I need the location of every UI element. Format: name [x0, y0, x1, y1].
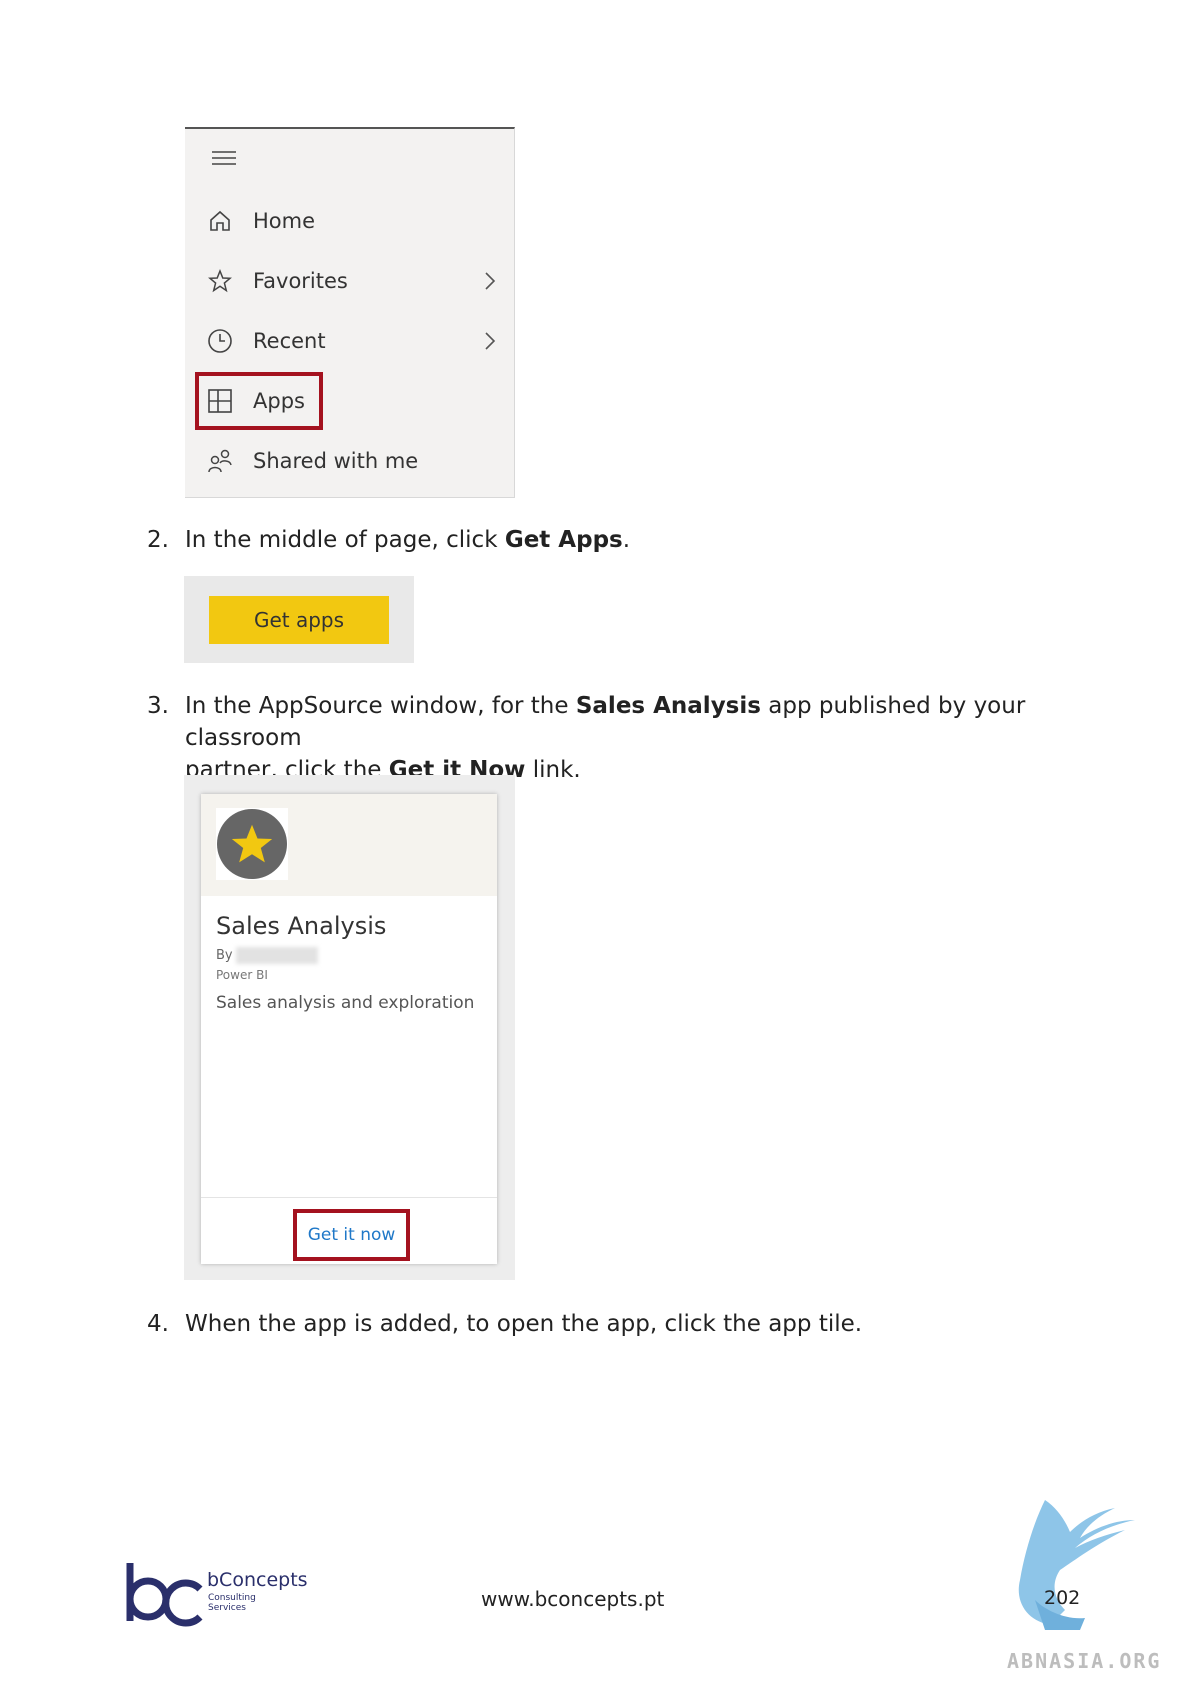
chevron-right-icon[interactable]: [483, 270, 497, 296]
app-logo-circle: [217, 809, 287, 879]
hamburger-icon[interactable]: [211, 149, 237, 173]
page-number: 202: [1044, 1587, 1081, 1609]
nav-item-home[interactable]: Home: [207, 201, 497, 241]
watermark-text: ABNASIA.ORG: [1007, 1649, 1162, 1673]
step-4-text: When the app is added, to open the app, …: [185, 1311, 863, 1337]
step-2-text: In the middle of page, click Get Apps.: [185, 527, 631, 553]
step-number: 3.: [147, 693, 169, 719]
watermark: ABNASIA.ORG: [1005, 1490, 1185, 1673]
bc-logo-mark: [126, 1563, 203, 1627]
nav-item-favorites[interactable]: Favorites: [207, 261, 497, 301]
get-it-now-highlight-box: Get it now: [293, 1209, 410, 1261]
app-logo: [216, 808, 288, 880]
get-apps-button[interactable]: Get apps: [209, 596, 389, 644]
nav-item-recent[interactable]: Recent: [207, 321, 497, 361]
nav-item-label: Shared with me: [253, 449, 419, 473]
brand-tagline: Consulting: [208, 1593, 256, 1603]
shared-icon: [207, 448, 233, 474]
app-tile[interactable]: Sales Analysis By Power BI Sales analysi…: [201, 794, 497, 1264]
nav-item-label: Favorites: [253, 269, 348, 293]
nav-item-shared-with-me[interactable]: Shared with me: [207, 441, 497, 481]
get-it-now-link[interactable]: Get it now: [308, 1225, 396, 1245]
griffin-logo: [1018, 1500, 1135, 1630]
app-card-screenshot: Sales Analysis By Power BI Sales analysi…: [184, 775, 515, 1280]
nav-item-label: Home: [253, 209, 316, 233]
step-3-text: In the AppSource window, for the Sales A…: [185, 693, 1026, 783]
brand-name: bConcepts: [207, 1569, 308, 1591]
step-number: 4.: [147, 1311, 169, 1337]
nav-menu-screenshot: Home Favorites Recent Apps Shared with m…: [185, 127, 515, 498]
bconcepts-logo: bConcepts Consulting Services: [126, 1561, 316, 1631]
home-icon: [207, 208, 233, 234]
divider: [201, 1197, 497, 1198]
step-number: 2.: [147, 527, 169, 553]
get-apps-screenshot: Get apps: [184, 576, 414, 663]
apps-highlight-box: [195, 372, 323, 430]
redacted-publisher: [236, 947, 318, 964]
clock-icon: [207, 328, 233, 354]
star-icon: [207, 268, 233, 294]
app-description: Sales analysis and exploration: [216, 993, 475, 1013]
by-label: By: [216, 948, 233, 963]
star-icon: [231, 824, 273, 863]
nav-item-label: Recent: [253, 329, 326, 353]
app-title: Sales Analysis: [216, 912, 387, 940]
brand-tagline: Services: [208, 1603, 246, 1613]
publisher-label: Power BI: [216, 968, 268, 982]
footer-url: www.bconcepts.pt: [481, 1587, 665, 1611]
chevron-right-icon[interactable]: [483, 330, 497, 356]
